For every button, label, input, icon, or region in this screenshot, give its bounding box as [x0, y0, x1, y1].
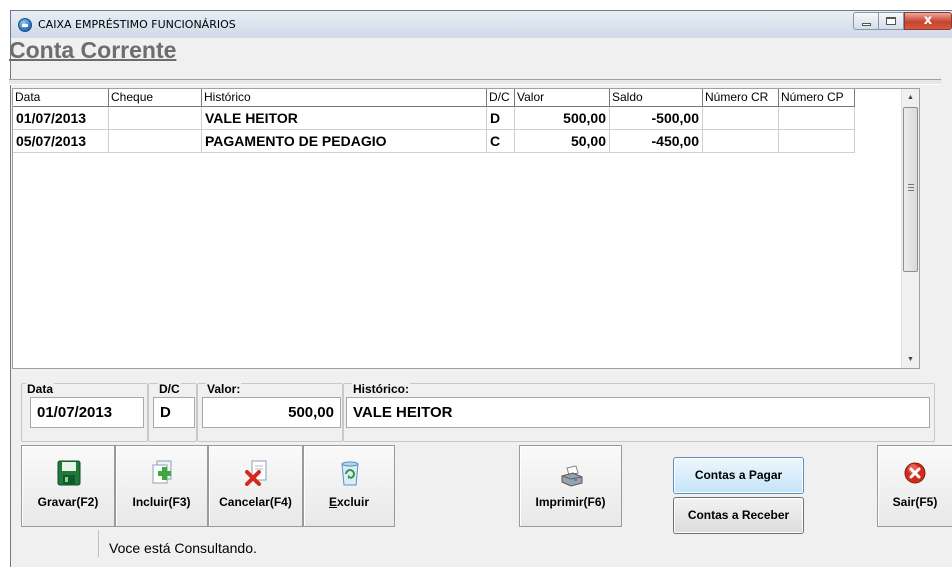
cancelar-button[interactable]: Cancelar(F4)	[208, 445, 303, 527]
close-button[interactable]: x	[904, 12, 952, 30]
sair-button[interactable]: Sair(F5)	[877, 445, 952, 527]
maximize-icon	[886, 17, 896, 25]
column-header-numero-cp[interactable]: Número CP	[779, 89, 855, 107]
gravar-label: Gravar(F2)	[37, 495, 99, 509]
valor-label: Valor:	[206, 382, 242, 396]
app-icon	[18, 18, 32, 32]
cell-cheque	[109, 130, 202, 153]
grid-header: Data Cheque Histórico D/C Valor Saldo Nú…	[13, 89, 855, 107]
cell-data: 05/07/2013	[13, 130, 109, 153]
dc-field[interactable]: D	[153, 397, 195, 428]
maximize-button[interactable]	[879, 12, 904, 30]
grip-icon	[908, 184, 914, 191]
table-row[interactable]: 05/07/2013 PAGAMENTO DE PEDAGIO C 50,00 …	[13, 130, 855, 153]
minimize-button[interactable]	[853, 12, 879, 30]
vertical-scrollbar[interactable]: ▲ ▼	[901, 89, 919, 368]
contas-a-receber-button[interactable]: Contas a Receber	[673, 497, 804, 534]
cell-valor: 50,00	[515, 130, 610, 153]
transactions-grid[interactable]: Data Cheque Histórico D/C Valor Saldo Nú…	[12, 88, 920, 369]
cell-saldo: -450,00	[610, 130, 703, 153]
cell-numero-cp	[779, 130, 855, 153]
valor-field[interactable]: 500,00	[202, 397, 341, 428]
status-text: Voce está Consultando.	[109, 540, 257, 556]
minimize-icon	[862, 23, 871, 26]
incluir-button[interactable]: Incluir(F3)	[115, 445, 208, 527]
floppy-disk-icon	[57, 460, 81, 486]
cell-valor: 500,00	[515, 107, 610, 130]
contas-a-pagar-button[interactable]: Contas a Pagar	[673, 457, 804, 494]
cancelar-label: Cancelar(F4)	[219, 495, 292, 509]
cancel-document-icon	[245, 460, 267, 486]
cell-numero-cr	[703, 107, 779, 130]
historico-label: Histórico:	[352, 382, 411, 396]
cell-dc: D	[487, 107, 515, 130]
exit-icon	[904, 462, 926, 484]
page-title: Conta Corrente	[9, 37, 177, 63]
cell-numero-cp	[779, 107, 855, 130]
column-header-data[interactable]: Data	[13, 89, 109, 107]
data-field[interactable]: 01/07/2013	[30, 397, 144, 428]
historico-field[interactable]: VALE HEITOR	[346, 397, 930, 428]
data-label: Data	[26, 382, 55, 396]
column-header-historico[interactable]: Histórico	[202, 89, 487, 107]
column-header-saldo[interactable]: Saldo	[610, 89, 703, 107]
column-header-dc[interactable]: D/C	[487, 89, 515, 107]
scroll-thumb[interactable]	[903, 107, 918, 272]
cell-data: 01/07/2013	[13, 107, 109, 130]
title-bar[interactable]: CAIXA EMPRÉSTIMO FUNCIONÁRIOS x	[11, 11, 952, 38]
column-header-valor[interactable]: Valor	[515, 89, 610, 107]
excluir-accelerator: E	[328, 495, 337, 509]
imprimir-button[interactable]: Imprimir(F6)	[519, 445, 622, 527]
cell-dc: C	[487, 130, 515, 153]
sair-label: Sair(F5)	[892, 495, 938, 509]
status-divider	[98, 530, 99, 557]
excluir-button[interactable]: Excluir	[303, 445, 395, 527]
excluir-label-rest: xcluir	[337, 495, 370, 509]
incluir-label: Incluir(F3)	[132, 495, 191, 509]
column-header-cheque[interactable]: Cheque	[109, 89, 202, 107]
add-document-icon	[152, 460, 172, 484]
recycle-bin-icon	[341, 461, 359, 486]
separator	[9, 79, 941, 85]
cell-numero-cr	[703, 130, 779, 153]
excluir-label: Excluir	[304, 495, 394, 509]
imprimir-label: Imprimir(F6)	[535, 495, 606, 509]
table-row[interactable]: 01/07/2013 VALE HEITOR D 500,00 -500,00	[13, 107, 855, 130]
cell-saldo: -500,00	[610, 107, 703, 130]
dc-label: D/C	[158, 382, 181, 396]
cell-historico: VALE HEITOR	[202, 107, 487, 130]
scroll-down-icon[interactable]: ▼	[902, 351, 919, 368]
printer-icon	[561, 465, 583, 487]
scroll-up-icon[interactable]: ▲	[902, 89, 919, 106]
column-header-numero-cr[interactable]: Número CR	[703, 89, 779, 107]
cell-cheque	[109, 107, 202, 130]
window-title: CAIXA EMPRÉSTIMO FUNCIONÁRIOS	[38, 18, 236, 31]
gravar-button[interactable]: Gravar(F2)	[21, 445, 115, 527]
cell-historico: PAGAMENTO DE PEDAGIO	[202, 130, 487, 153]
